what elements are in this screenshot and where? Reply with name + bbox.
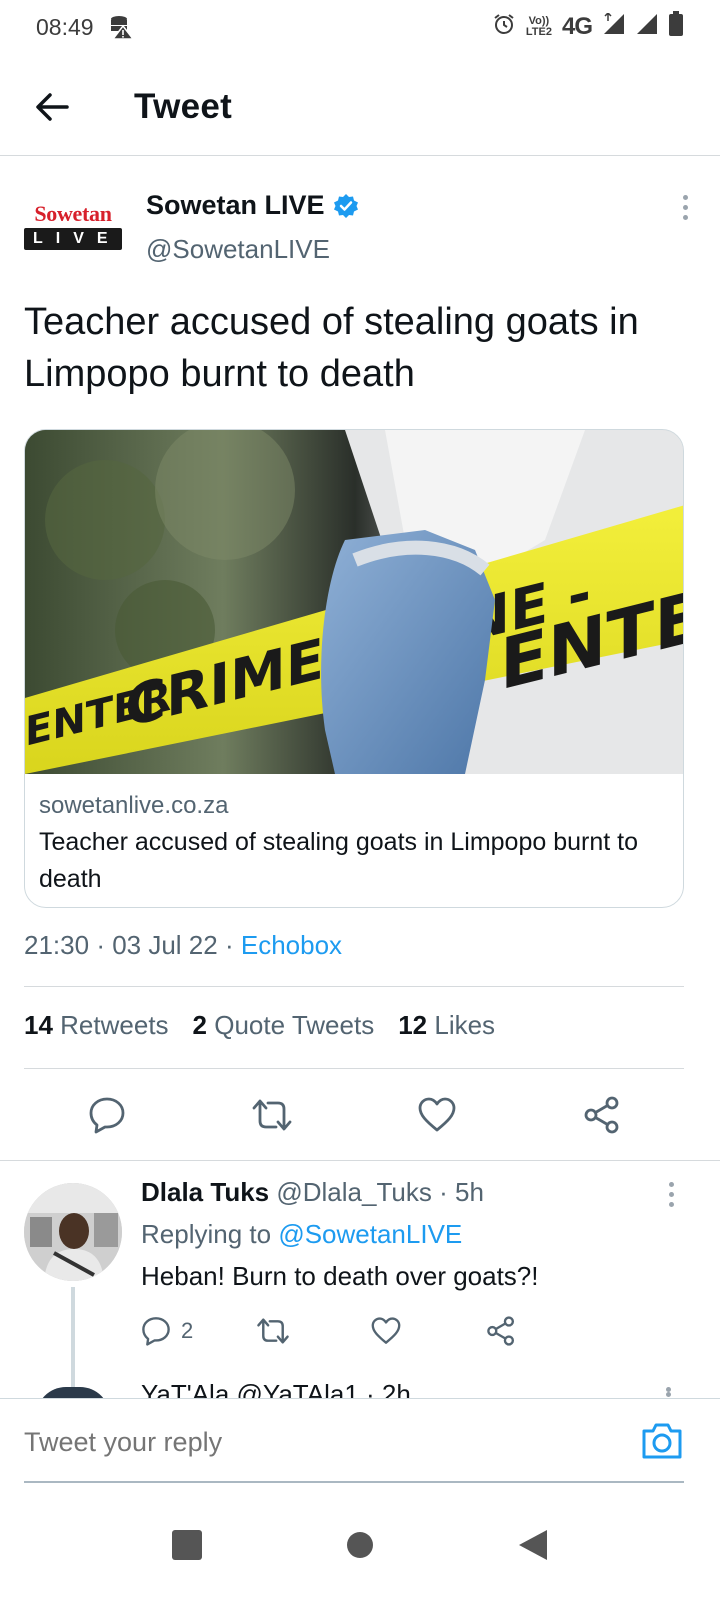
reply-input[interactable] (24, 1427, 584, 1458)
separator: · (224, 930, 241, 960)
page-title: Tweet (134, 86, 233, 126)
like-icon (371, 1317, 401, 1344)
retweet-button[interactable] (248, 1091, 296, 1139)
likes-stat[interactable]: 12 Likes (398, 1010, 495, 1041)
reply-reply-button[interactable]: 2 (141, 1316, 256, 1346)
reply-actions: 2 (141, 1311, 601, 1351)
replying-to-handle[interactable]: @SowetanLIVE (278, 1219, 462, 1249)
likes-label: Likes (434, 1010, 496, 1040)
author-name[interactable]: Sowetan LIVE (146, 190, 359, 221)
status-time: 08:49 (36, 13, 94, 40)
signal-icon (602, 11, 626, 41)
share-icon (487, 1316, 515, 1346)
square-icon (171, 1530, 202, 1560)
alarm-icon (492, 12, 516, 42)
camera-icon (642, 1423, 682, 1459)
tweet-date: 03 Jul 22 (112, 930, 218, 960)
signal-icon (636, 13, 658, 41)
back-button[interactable] (22, 77, 82, 137)
composer-underline (24, 1481, 684, 1483)
tweet-timestamp: 21:30 · 03 Jul 22 · Echobox (24, 930, 342, 961)
circle-icon (346, 1532, 373, 1558)
author-name-text: Sowetan LIVE (146, 190, 325, 220)
separator: · (439, 1177, 448, 1207)
card-domain: sowetanlive.co.za (39, 792, 229, 819)
app-header: Tweet (0, 58, 720, 156)
reply-author-name[interactable]: Dlala Tuks (141, 1177, 269, 1207)
reply-more-options-button[interactable] (656, 1179, 686, 1209)
tweet-actions (24, 1086, 684, 1144)
like-icon (418, 1097, 455, 1132)
card-image: CRIME SCENE - ENTER ENTER (25, 430, 683, 774)
retweet-icon (257, 1318, 289, 1344)
share-icon (584, 1096, 618, 1134)
reply-tweet[interactable]: Dlala Tuks @Dlala_Tuks · 5h Replying to … (0, 1160, 720, 1417)
tweet-stats: 14 Retweets 2 Quote Tweets 12 Likes (24, 1010, 495, 1041)
retweets-label: Retweets (60, 1010, 169, 1040)
thread-line (71, 1287, 75, 1401)
reply-share-button[interactable] (486, 1316, 601, 1346)
tweet-author: Sowetan LIVE Sowetan LIVE @SowetanLIVE (24, 184, 704, 274)
like-button[interactable] (413, 1091, 461, 1139)
author-avatar[interactable]: Sowetan LIVE (24, 202, 122, 258)
reply-text: Heban! Burn to death over goats?! (141, 1261, 539, 1291)
reply-icon (89, 1097, 124, 1134)
battery-icon (668, 11, 684, 43)
reply-count: 2 (181, 1318, 194, 1343)
quotes-count: 2 (192, 1010, 208, 1040)
status-bar: 08:49 Vo)) LTE2 4G (0, 0, 720, 54)
storage-warning-icon (108, 14, 134, 40)
system-nav-bar (0, 1490, 720, 1600)
quotes-label: Quote Tweets (214, 1010, 375, 1040)
likes-count: 12 (398, 1010, 428, 1040)
divider (24, 986, 684, 987)
home-button[interactable] (330, 1515, 390, 1575)
reply-icon (142, 1317, 170, 1346)
retweet-icon (252, 1099, 291, 1131)
reply-retweet-button[interactable] (256, 1316, 371, 1346)
recents-button[interactable] (157, 1515, 217, 1575)
volte-bottom: LTE2 (525, 26, 552, 38)
quote-tweets-stat[interactable]: 2 Quote Tweets (193, 1010, 375, 1041)
reply-age: 5h (454, 1177, 484, 1207)
reply-button[interactable] (83, 1091, 131, 1139)
triangle-back-icon (519, 1530, 548, 1560)
avatar[interactable] (24, 1183, 122, 1281)
separator: · (96, 930, 113, 960)
network-type: 4G (561, 13, 593, 40)
link-card[interactable]: CRIME SCENE - ENTER ENTER sowetanlive.co… (24, 429, 684, 908)
replying-to-prefix: Replying to (141, 1219, 272, 1249)
card-title: Teacher accused of stealing goats in Lim… (39, 828, 638, 893)
arrow-left-icon (36, 92, 69, 121)
replying-to: Replying to @SowetanLIVE (141, 1219, 462, 1250)
back-nav-button[interactable] (503, 1515, 563, 1575)
verified-badge-icon (333, 193, 358, 218)
reply-author-handle[interactable]: @Dlala_Tuks (276, 1177, 431, 1207)
tweet-source-link[interactable]: Echobox (241, 930, 342, 960)
share-button[interactable] (578, 1091, 626, 1139)
logo-wordmark: Sowetan (34, 201, 112, 226)
divider (24, 1068, 684, 1069)
author-handle[interactable]: @SowetanLIVE (146, 234, 330, 265)
reply-like-button[interactable] (371, 1317, 486, 1345)
reply-composer (0, 1398, 720, 1484)
retweets-stat[interactable]: 14 Retweets (24, 1010, 169, 1041)
tweet-text: Teacher accused of stealing goats in Lim… (24, 301, 639, 395)
reply-header: Dlala Tuks @Dlala_Tuks · 5h (141, 1177, 484, 1208)
volte-indicator: Vo)) LTE2 (526, 16, 552, 38)
logo-live: LIVE (24, 228, 122, 250)
tweet-time: 21:30 (24, 930, 90, 960)
camera-button[interactable] (640, 1421, 684, 1465)
more-options-button[interactable] (670, 192, 700, 222)
retweets-count: 14 (24, 1010, 53, 1040)
